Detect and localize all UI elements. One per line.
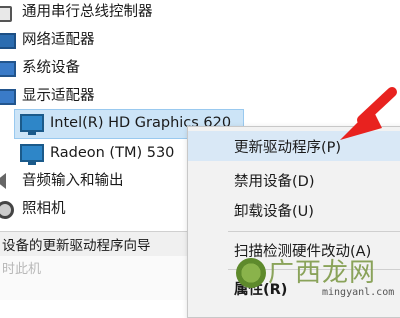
menu-item-update-driver[interactable]: 更新驱动程序(P) bbox=[188, 131, 400, 161]
tree-item-label: 系统设备 bbox=[22, 60, 80, 76]
monitor-icon bbox=[20, 114, 44, 135]
tree-item-label: Radeon (TM) 530 bbox=[50, 145, 175, 161]
camera-icon bbox=[0, 201, 14, 219]
ghost-text: 时此机 bbox=[2, 262, 42, 277]
status-text: 设备的更新驱动程序向导 bbox=[2, 238, 151, 254]
menu-item-disable-device[interactable]: 禁用设备(D) bbox=[188, 165, 400, 195]
tree-item-label: 音频输入和输出 bbox=[22, 173, 124, 189]
audio-icon bbox=[0, 173, 6, 189]
watermark-text: 广西龙网 bbox=[268, 258, 377, 288]
usb-controller-icon bbox=[0, 6, 12, 22]
tree-item-label: 网络适配器 bbox=[22, 32, 95, 48]
menu-item-uninstall-device[interactable]: 卸载设备(U) bbox=[188, 195, 400, 225]
menu-item-label: 更新驱动程序(P) bbox=[234, 139, 342, 156]
watermark-url: mingyanl.com bbox=[322, 287, 395, 298]
monitor-icon bbox=[20, 144, 44, 165]
tree-item-label: 照相机 bbox=[22, 201, 66, 217]
system-device-icon bbox=[0, 61, 16, 77]
status-bar: 设备的更新驱动程序向导 bbox=[0, 231, 190, 257]
display-adapter-icon bbox=[0, 89, 16, 105]
tree-item-label: 显示适配器 bbox=[22, 88, 95, 104]
watermark-logo-icon bbox=[236, 258, 266, 288]
menu-item-label: 卸载设备(U) bbox=[234, 203, 314, 220]
menu-separator bbox=[228, 231, 400, 232]
tree-item-label: 通用串行总线控制器 bbox=[22, 4, 153, 20]
network-adapter-icon bbox=[0, 33, 16, 49]
menu-item-label: 禁用设备(D) bbox=[234, 173, 315, 190]
